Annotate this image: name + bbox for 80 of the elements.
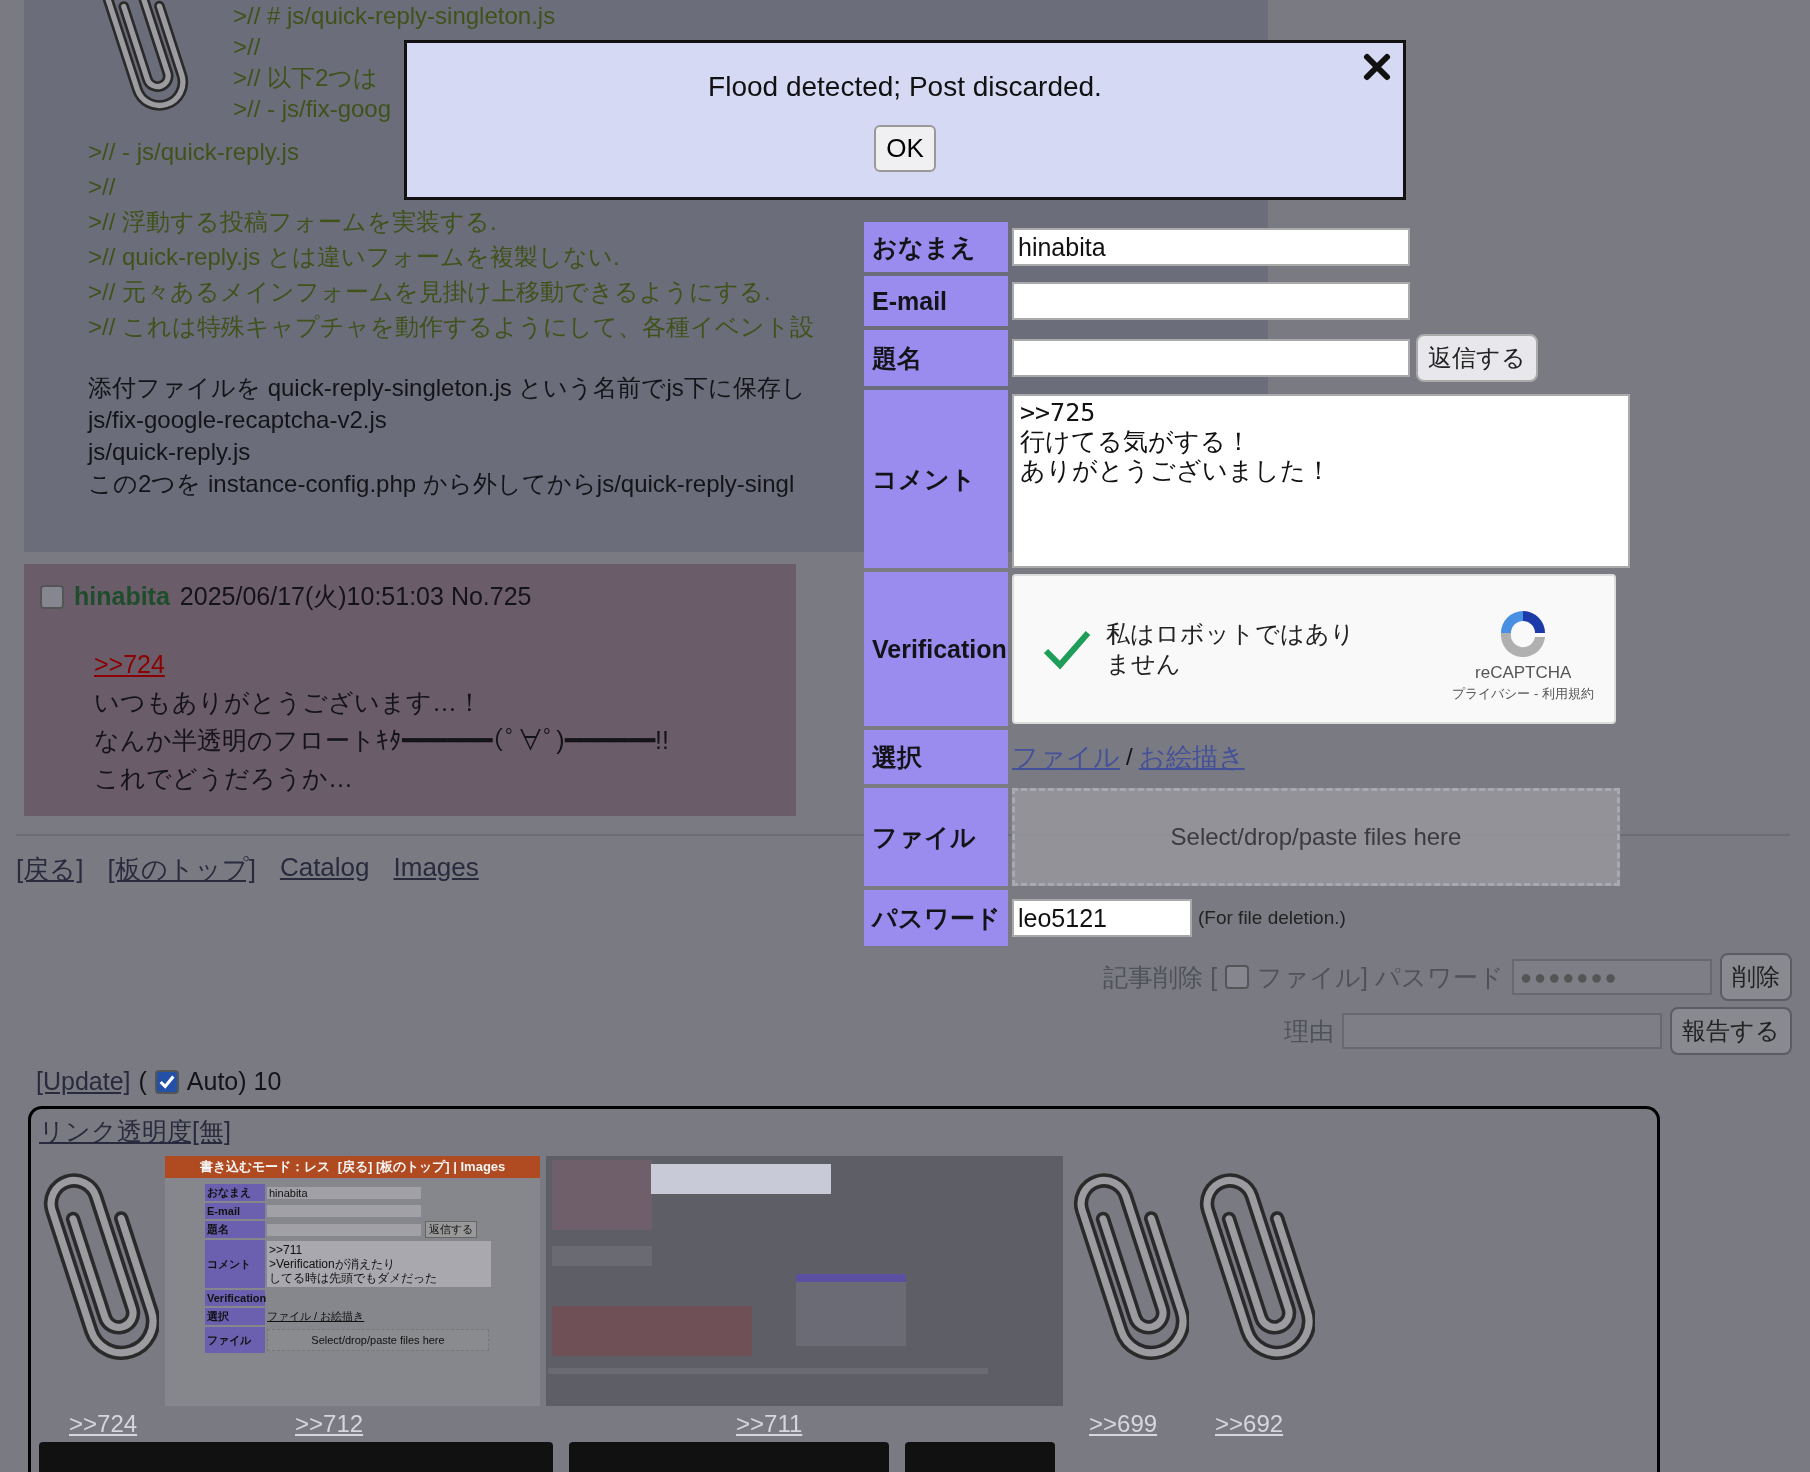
thumbnail-links: ファイル / お絵描き [267,1309,365,1324]
quote-line: >// - js/fix-goog [233,94,392,124]
thumbnail-dropzone: Select/drop/paste files here [267,1329,489,1351]
post-text-line: この2つを instance-config.php から外してからjs/quick-reply-singl [88,469,795,499]
auto-label: Auto) 10 [186,1067,282,1096]
close-button[interactable] [1361,51,1393,83]
field-label: 選択 [864,730,1008,784]
transparency-link[interactable]: リンク透明度[無] [39,1115,231,1148]
quote-line: >// quick-reply.js とは違いフォームを複製しない. [88,242,620,272]
poster-name: hinabita [74,582,170,611]
paren-text: ( [138,1067,147,1096]
captcha-brand: reCAPTCHA [1475,663,1572,683]
thumbnail-label: Verification [205,1290,265,1306]
post-text-line: js/quick-reply.js [88,437,251,467]
post-text-line: 添付ファイルを quick-reply-singleton.js という名前でjs下に保存し [88,373,806,403]
password-field[interactable]: ●●●●●●● [1512,959,1712,995]
quote-line: >// 以下2つは [233,63,379,93]
post-text-line: js/fix-google-recaptcha-v2.js [88,405,387,435]
field-label: 題名 [864,330,1008,386]
thumbnail-label: おなまえ [205,1184,265,1201]
reply-link[interactable]: >>724 [39,1410,138,1438]
reply-button[interactable]: 返信する [1416,334,1538,382]
password-note: (For file deletion.) [1198,907,1346,929]
nav-link[interactable]: Catalog [279,852,370,887]
ok-button[interactable]: OK [874,125,936,172]
delete-button[interactable]: 削除 [1720,953,1792,1001]
field-label: おなまえ [864,222,1008,272]
file-dropzone[interactable]: Select/drop/paste files here [1012,788,1620,886]
separator-text: / [1126,743,1133,771]
field-label: ファイル [864,788,1008,886]
nav-link[interactable]: [戻る] [16,852,84,887]
quote-line: >// # js/quick-reply-singleton.js [233,1,556,31]
thumbnail-button: 返信する [425,1221,477,1238]
thumbnail-field: hinabita [267,1186,421,1199]
quote-line: >// 浮動する投稿フォームを実装する. [88,207,497,237]
field-label: パスワード [864,890,1008,946]
quote-line: >// [88,172,116,202]
nav-link[interactable]: [板のトップ] [107,852,256,887]
reply-link[interactable]: >>692 [1195,1410,1284,1438]
quote-line: >// [233,32,261,62]
password-field[interactable]: leo5121 [1012,899,1192,937]
post-text-line: これでどうだろうか… [94,763,354,794]
comment-field[interactable]: >>725 行けてる気がする！ ありがとうございました！ [1012,394,1630,568]
post-checkbox[interactable] [40,584,64,609]
captcha-terms[interactable]: プライバシー - 利用規約 [1452,685,1594,703]
post-text-line: なんか半透明のフロートｷﾀ━━━━━━(ﾟ∀ﾟ)━━━━━━!! [94,725,670,756]
quote-line: >// これは特殊キャプチャを動作するようにして、各種イベント設 [88,312,815,342]
thumbnail-links: [戻る] [板のトップ] | Images [337,1158,506,1176]
nav-link[interactable]: Images [393,852,479,887]
thumbnail-textarea: >>711 >Verificationが消えたり してる時は先頭でもダメだった [267,1241,491,1287]
thumbnail-label: 題名 [205,1221,265,1238]
thumbnail-label: E-mail [205,1203,265,1219]
thumbnail-image[interactable] [39,1442,553,1472]
post-text-line: いつもありがとうございます…！ [94,687,483,718]
auto-checkbox[interactable] [154,1069,179,1094]
thumbnail-label: コメント [205,1240,265,1288]
reply-link[interactable]: >>711 [546,1410,803,1438]
thumbnail-label: ファイル [205,1327,265,1353]
screenshot-thumbnail[interactable] [546,1156,1063,1406]
reply-link[interactable]: >>712 [165,1410,364,1438]
reply-link[interactable]: >>699 [1069,1410,1158,1438]
screenshot-thumbnail[interactable]: 書き込むモード：レス [戻る] [板のトップ] | Images おなまえ hinabita E-mail 題名 返信する コメント >>711 >Verificationが消えたり してる時は先頭でもダメだった Verification 選択 ファイル / お絵描き ファイル Select/drop/paste files here [165,1156,540,1406]
text-field[interactable]: hinabita [1012,228,1410,266]
report-button[interactable]: 報告する [1670,1007,1792,1055]
quote-line: >// - js/quick-reply.js [88,137,299,167]
dialog-message: Flood detected; Post discarded. [708,71,1102,103]
post-date: 2025/06/17(火)10:51:03 No.725 [179,581,532,612]
field-label: E-mail [864,276,1008,326]
field-label: コメント [864,390,1008,568]
thumbnail-title: 書き込むモード：レス [199,1158,330,1176]
quote-line: >// 元々あるメインフォームを見掛け上移動できるようにする. [88,277,771,307]
thumbnail-image[interactable] [905,1442,1055,1472]
subject-field[interactable] [1012,339,1410,377]
field-label: Verification [864,572,1008,726]
thumbnail-label: 選択 [205,1308,265,1325]
captcha-label: 私はロボットではありません [1106,619,1356,679]
file-only-checkbox[interactable] [1225,965,1250,989]
thumbnail-image[interactable] [569,1442,889,1472]
update-link[interactable]: [Update] [36,1067,131,1096]
text-field[interactable] [1012,282,1410,320]
